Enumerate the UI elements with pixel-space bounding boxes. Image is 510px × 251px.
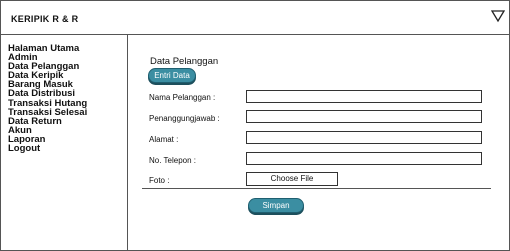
- alamat-input[interactable]: [246, 131, 482, 144]
- app-title: KERIPIK R & R: [11, 14, 79, 24]
- nama-pelanggan-input[interactable]: [246, 90, 482, 103]
- triangle-down-icon[interactable]: [491, 9, 505, 23]
- sidebar-item-logout[interactable]: Logout: [8, 144, 87, 154]
- title-bar: KERIPIK R & R: [1, 1, 510, 35]
- form-divider: [142, 188, 491, 189]
- telepon-label: No. Telepon :: [149, 156, 196, 165]
- app-window: KERIPIK R & R Halaman Utama Admin Data P…: [0, 0, 510, 251]
- main-content: Data Pelanggan Entri Data Nama Pelanggan…: [128, 35, 510, 251]
- sidebar: Halaman Utama Admin Data Pelanggan Data …: [1, 35, 128, 251]
- foto-label: Foto :: [149, 176, 170, 185]
- page-title: Data Pelanggan: [150, 56, 219, 67]
- telepon-input[interactable]: [246, 152, 482, 165]
- penanggungjawab-label: Penanggungjawab :: [149, 114, 220, 123]
- simpan-button[interactable]: Simpan: [248, 198, 304, 213]
- entri-data-button[interactable]: Entri Data: [148, 68, 196, 83]
- alamat-label: Alamat :: [149, 135, 179, 144]
- sidebar-nav: Halaman Utama Admin Data Pelanggan Data …: [8, 44, 87, 154]
- nama-pelanggan-label: Nama Pelanggan :: [149, 93, 216, 102]
- choose-file-button[interactable]: Choose File: [246, 172, 338, 186]
- penanggungjawab-input[interactable]: [246, 110, 482, 123]
